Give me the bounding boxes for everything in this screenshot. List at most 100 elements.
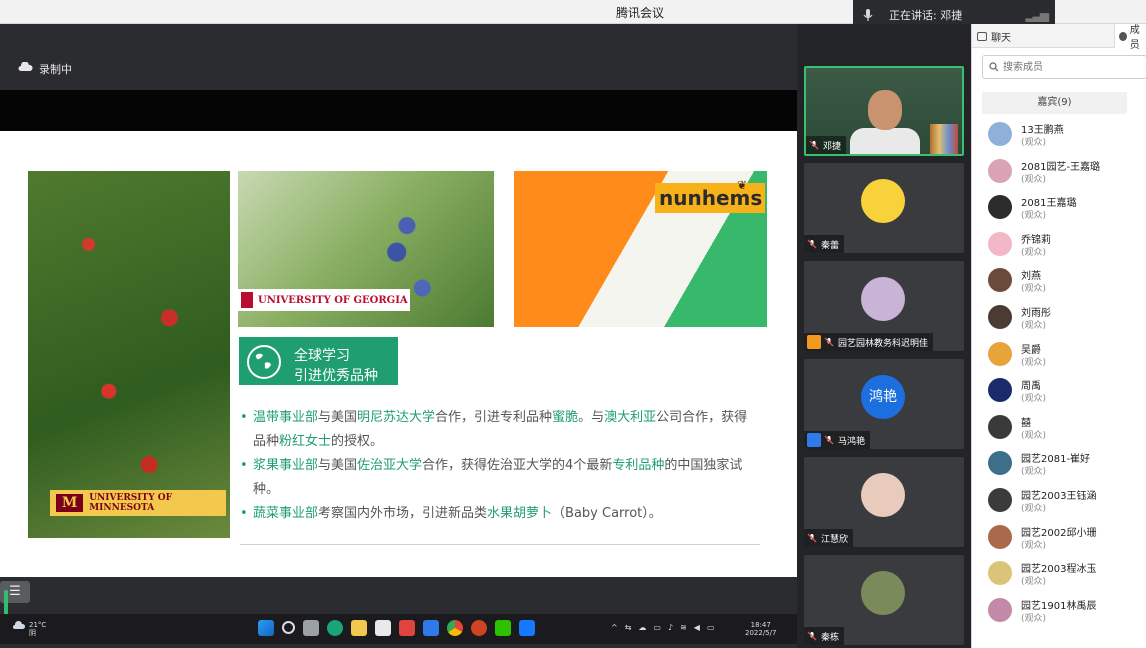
bullet-text: 合作，引进专利品种 — [435, 410, 553, 425]
list-item[interactable]: 乔锦莉 (观众) — [972, 228, 1146, 265]
member-role: (观众) — [1021, 211, 1047, 222]
list-item[interactable]: 刘雨彤 (观众) — [972, 301, 1146, 338]
list-item[interactable]: 囍 (观众) — [972, 411, 1146, 448]
highlight-text: 明尼苏达大学 — [357, 410, 436, 425]
guest-group-header[interactable]: 嘉宾(9) — [982, 92, 1127, 114]
video-name-bar: 秦蕾 — [804, 235, 845, 253]
mail-icon[interactable] — [375, 620, 391, 636]
avatar — [988, 561, 1012, 586]
member-role: (观众) — [1021, 284, 1047, 295]
video-name-bar: 江慧欣 — [804, 529, 854, 547]
highlight-text: 蜜脆 — [552, 410, 579, 425]
app-red-icon[interactable] — [399, 620, 415, 636]
bullet-text: 考察国内外市场，引进新品类 — [318, 506, 488, 521]
cloud-icon — [18, 62, 33, 71]
display-icon[interactable]: ▭ — [653, 623, 661, 632]
mic-muted-icon — [807, 239, 817, 249]
wifi-icon[interactable]: ≋ — [680, 623, 687, 632]
members-panel: 聊天 成员 嘉宾(9) 13王鹏燕(观众)2081园艺-王嘉璐(观众)2081王… — [971, 24, 1146, 648]
system-tray: ^ ⇆ ☁ ▭ ♪ ≋ ◀ ▭ — [611, 623, 715, 632]
participant-name: 园艺园林教务科迟明佳 — [838, 338, 929, 349]
uga-logo: UNIVERSITY OF GEORGIA — [238, 289, 410, 311]
list-item[interactable]: 园艺2002邱小珊 (观众) — [972, 521, 1146, 558]
volume-icon[interactable]: ◀ — [694, 623, 700, 632]
video-name-bar: 马鸿艳 — [804, 431, 871, 449]
avatar — [988, 231, 1012, 256]
list-item[interactable]: 园艺1901林禹辰 (观众) — [972, 594, 1146, 631]
weather-temp: 21°C 阴 — [29, 621, 47, 637]
file-explorer-icon[interactable] — [351, 620, 367, 636]
speaker-face — [868, 90, 902, 130]
network-icon[interactable]: ⇆ — [625, 623, 632, 632]
list-item[interactable]: 园艺2081-崔好 (观众) — [972, 447, 1146, 484]
list-item[interactable]: 园艺2003程冰玉 (观众) — [972, 557, 1146, 594]
list-item[interactable]: 吴爵 (观众) — [972, 338, 1146, 375]
uga-mark-icon — [241, 292, 253, 308]
highlight-text: 粉红女士 — [279, 434, 332, 449]
member-search[interactable] — [982, 55, 1146, 79]
video-tile[interactable]: 秦蕾 — [804, 163, 964, 253]
highlight-text: 浆果事业部 — [253, 458, 319, 473]
member-name: 13王鹏燕 — [1021, 125, 1064, 136]
list-item[interactable]: 刘燕 (观众) — [972, 264, 1146, 301]
tencent-meeting-icon[interactable] — [519, 620, 535, 636]
bullet-text: 与美国 — [318, 458, 358, 473]
edge-icon[interactable] — [327, 620, 343, 636]
member-role: (观众) — [1021, 577, 1047, 588]
taskbar-clock[interactable]: 18:47 2022/5/7 — [745, 621, 776, 637]
video-tile[interactable]: 鸿艳 马鸿艳 — [804, 359, 964, 449]
video-tile[interactable]: 秦栋 — [804, 555, 964, 645]
list-item[interactable]: 园艺2003王钰涵 (观众) — [972, 484, 1146, 521]
search-icon[interactable] — [282, 621, 295, 634]
bullet-text: 合作，获得佐治亚大学的4个最新 — [422, 458, 613, 473]
member-name: 刘雨彤 — [1021, 307, 1051, 319]
participant-name: 邓捷 — [823, 141, 842, 152]
video-tile[interactable]: 邓捷 — [804, 66, 964, 156]
slide-bullet: 温带事业部与美国明尼苏达大学合作，引进专利品种蜜脆。与澳大利亚公司合作，获得品种… — [240, 406, 760, 454]
chrome-icon[interactable] — [447, 620, 463, 636]
windows-start-icon[interactable] — [258, 620, 274, 636]
recording-bar: 录制中 — [0, 24, 797, 90]
mic-muted-icon — [824, 337, 834, 347]
cloud-tray-icon[interactable]: ☁ — [638, 623, 646, 632]
member-role: (观众) — [1021, 540, 1047, 551]
bullet-text: （Baby Carrot）。 — [552, 506, 662, 521]
list-item[interactable]: 2081园艺-王嘉璐 (观众) — [972, 155, 1146, 192]
member-role: (观众) — [1021, 503, 1047, 514]
mic-muted-icon — [824, 435, 834, 445]
avatar — [988, 378, 1012, 403]
list-item[interactable]: 13王鹏燕 (观众) — [972, 118, 1146, 155]
slide-divider — [240, 544, 760, 545]
avatar — [988, 487, 1012, 512]
search-input[interactable] — [1003, 59, 1143, 75]
windows-taskbar: 21°C 阴 ^ ⇆ ☁ ▭ ♪ ≋ ◀ ▭ 18:47 2022/5/7 — [0, 614, 797, 644]
mic-muted-icon — [807, 533, 817, 543]
highlight-text: 蔬菜事业部 — [253, 506, 319, 521]
video-name-bar: 秦栋 — [804, 627, 845, 645]
list-item[interactable]: 2081王嘉璐 (观众) — [972, 191, 1146, 228]
mic-tray-icon[interactable]: ♪ — [668, 623, 673, 632]
participant-name: 江慧欣 — [821, 534, 849, 545]
member-role: (观众) — [1021, 138, 1047, 148]
slide-bullet: 蔬菜事业部考察国内外市场，引进新品类水果胡萝卜（Baby Carrot）。 — [240, 502, 760, 526]
host-badge-icon — [807, 335, 821, 349]
video-name-bar: 园艺园林教务科迟明佳 — [804, 333, 934, 351]
member-name: 2081园艺-王嘉璐 — [1021, 161, 1101, 173]
member-name: 园艺2002邱小珊 — [1021, 527, 1097, 539]
tab-members[interactable]: 成员 — [1114, 24, 1146, 51]
chevron-up-icon[interactable]: ^ — [611, 623, 618, 632]
task-view-icon[interactable] — [303, 620, 319, 636]
wechat-icon[interactable] — [495, 620, 511, 636]
video-tile[interactable]: 江慧欣 — [804, 457, 964, 547]
meeting-app-icon[interactable] — [423, 620, 439, 636]
powerpoint-icon[interactable] — [471, 620, 487, 636]
umn-caption: UNIVERSITY OF MINNESOTA — [89, 493, 172, 513]
list-item[interactable]: 周禹 (观众) — [972, 374, 1146, 411]
avatar — [988, 414, 1012, 439]
shared-screen: 录制中 M UNIVERSITY OF MINNESOTA UNIVERSITY… — [0, 24, 797, 648]
battery-icon[interactable]: ▭ — [707, 623, 715, 632]
weather-icon[interactable] — [12, 620, 26, 630]
video-tile[interactable]: 园艺园林教务科迟明佳 — [804, 261, 964, 351]
video-name-bar: 邓捷 — [806, 136, 847, 154]
tab-chat[interactable]: 聊天 — [977, 29, 1011, 44]
